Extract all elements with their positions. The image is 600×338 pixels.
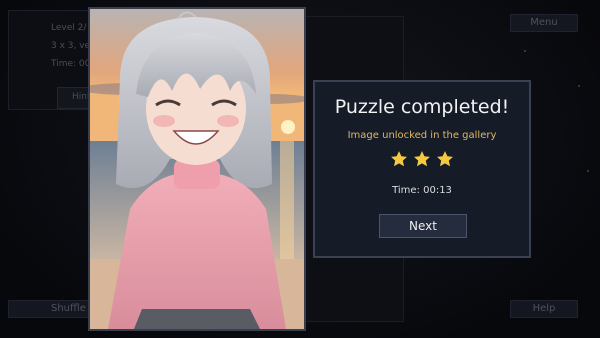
sun-reflection: [280, 141, 294, 261]
star-icon: [391, 151, 407, 167]
unlock-message: Image unlocked in the gallery: [347, 130, 497, 141]
shuffle-button[interactable]: Shuffle: [8, 300, 90, 318]
star-icon: [414, 151, 430, 167]
level-info-line: Level 2/: [51, 23, 87, 33]
sun: [281, 120, 295, 134]
menu-button[interactable]: Menu: [510, 14, 578, 32]
completion-time: Time: 00:13: [392, 185, 452, 196]
star-rating: [315, 150, 529, 168]
artwork-illustration: [90, 9, 304, 329]
star-icon: [437, 151, 453, 167]
background-sparkle: [578, 85, 580, 87]
dialog-title: Puzzle completed!: [334, 96, 510, 118]
background-sparkle: [524, 50, 526, 52]
next-button[interactable]: Next: [379, 214, 467, 238]
puzzle-complete-dialog: Puzzle completed! Image unlocked in the …: [313, 80, 531, 258]
skirt: [134, 309, 260, 329]
blush: [217, 115, 239, 127]
unlocked-artwork: [88, 7, 306, 331]
blush: [153, 115, 175, 127]
level-info-panel: Level 2/ 3 x 3, very Time: 00: Hint: [8, 10, 99, 110]
background-sparkle: [587, 170, 589, 172]
help-button[interactable]: Help: [510, 300, 578, 318]
